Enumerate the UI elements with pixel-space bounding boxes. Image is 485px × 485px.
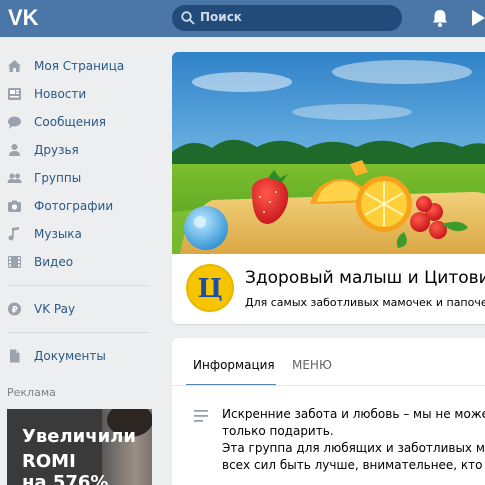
sidebar-item-vkpay[interactable]: ₽ VK Pay: [0, 295, 160, 323]
bell-icon[interactable]: [430, 8, 450, 28]
group-description: Искренние забота и любовь – мы не можем …: [222, 406, 485, 474]
ad-label: Реклама: [7, 386, 56, 399]
ad-text-line3: на 576%: [22, 472, 109, 485]
friends-icon: [9, 144, 20, 156]
sidebar-item-label: VK Pay: [34, 302, 76, 316]
sidebar-item-video[interactable]: Видео: [0, 248, 160, 276]
group-avatar-letter: Ц: [197, 274, 223, 304]
svg-text:VK: VK: [8, 5, 39, 29]
documents-icon: [10, 349, 20, 363]
messages-icon: [8, 116, 21, 129]
sidebar-item-label: Сообщения: [34, 115, 107, 129]
play-icon[interactable]: [470, 8, 485, 28]
sidebar-item-label: Моя Страница: [34, 59, 125, 73]
home-icon: [8, 60, 21, 72]
sidebar-item-photos[interactable]: Фотографии: [0, 192, 160, 220]
photos-icon: [8, 200, 21, 212]
tabs-divider: [172, 385, 485, 386]
sidebar-item-label: Друзья: [34, 143, 79, 157]
groups-icon: [7, 173, 22, 183]
search-placeholder: Поиск: [200, 10, 242, 24]
sidebar-item-my-page[interactable]: Моя Страница: [0, 52, 160, 80]
sidebar-item-label: Группы: [34, 171, 82, 185]
search-icon: [181, 11, 195, 25]
vkpay-icon: ₽: [8, 302, 21, 316]
group-header-card: Ц Здоровый малыш и Цитовит Для самых заб…: [172, 52, 485, 324]
sidebar-item-music[interactable]: Музыка: [0, 220, 160, 248]
vk-logo-icon[interactable]: VK: [6, 5, 42, 29]
sidebar-divider: [8, 332, 150, 333]
sidebar-item-label: Фотографии: [34, 199, 114, 213]
description-line: Искренние забота и любовь – мы не можем: [222, 407, 485, 421]
tab-information[interactable]: Информация: [193, 358, 275, 372]
sidebar-divider: [8, 285, 150, 286]
video-icon: [8, 256, 21, 268]
group-avatar[interactable]: Ц: [186, 264, 234, 312]
ad-text-line1: Увеличили: [22, 426, 137, 447]
ad-text-line2: ROMI: [22, 451, 76, 472]
music-icon: [8, 227, 19, 241]
sidebar-item-label: Документы: [34, 349, 106, 363]
description-line: только подарить.: [222, 424, 334, 438]
sidebar-item-documents[interactable]: Документы: [0, 342, 160, 370]
sidebar-item-groups[interactable]: Группы: [0, 164, 160, 192]
sidebar-item-messages[interactable]: Сообщения: [0, 108, 160, 136]
group-status: Для самых заботливых мамочек и папочек: [245, 296, 485, 309]
sidebar: Моя Страница Новости Сообщения Друзья Гр…: [0, 52, 160, 370]
cover-illustration: [172, 52, 485, 254]
sidebar-item-friends[interactable]: Друзья: [0, 136, 160, 164]
description-line: Эта группа для любящих и заботливых мам: [222, 441, 485, 455]
group-info: Ц Здоровый малыш и Цитовит Для самых заб…: [172, 254, 485, 324]
sidebar-item-label: Видео: [34, 255, 74, 269]
group-info-card: Информация МЕНЮ Искренние забота и любов…: [172, 338, 485, 485]
sidebar-item-label: Новости: [34, 87, 87, 101]
ad-banner[interactable]: Увеличили ROMI на 576%: [7, 409, 152, 485]
sidebar-item-news[interactable]: Новости: [0, 80, 160, 108]
sidebar-item-label: Музыка: [34, 227, 82, 241]
text-lines-icon: [194, 410, 208, 422]
tab-menu[interactable]: МЕНЮ: [292, 358, 332, 372]
group-name: Здоровый малыш и Цитовит: [245, 268, 485, 288]
svg-text:₽: ₽: [12, 306, 18, 316]
news-icon: [8, 88, 21, 100]
search-input[interactable]: Поиск: [172, 5, 402, 31]
top-bar: VK Поиск: [0, 0, 485, 37]
group-cover-image[interactable]: [172, 52, 485, 254]
description-line: всех сил быть лучше, внимательнее, кто д…: [222, 458, 485, 472]
